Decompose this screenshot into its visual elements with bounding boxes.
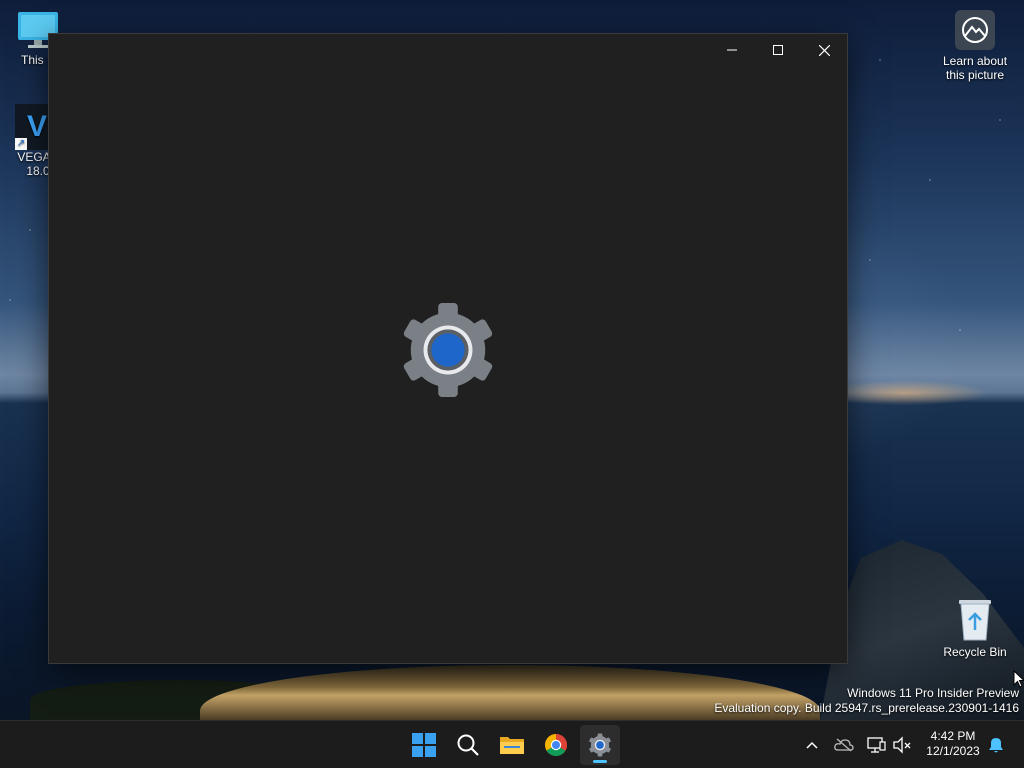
- window-titlebar-controls: [709, 34, 847, 66]
- shortcut-arrow-icon: ↗: [15, 138, 27, 150]
- minimize-button[interactable]: [709, 34, 755, 66]
- desktop-icon-label: Learn about this picture: [942, 54, 1008, 82]
- active-app-indicator: [593, 760, 607, 763]
- clock-time: 4:42 PM: [930, 729, 976, 743]
- watermark-line-2: Evaluation copy. Build 25947.rs_prerelea…: [714, 701, 1019, 715]
- close-icon: [818, 44, 830, 56]
- chevron-up-icon: [806, 741, 818, 749]
- recycle-bin-icon: [959, 600, 991, 641]
- taskbar-clock[interactable]: 4:42 PM 12/1/2023: [918, 729, 988, 759]
- notifications-button[interactable]: [984, 733, 1008, 757]
- volume-tray-button[interactable]: [890, 733, 914, 757]
- chrome-button[interactable]: [536, 725, 576, 765]
- maximize-button[interactable]: [755, 34, 801, 66]
- mouse-cursor-icon: [1013, 670, 1024, 688]
- start-button[interactable]: [404, 725, 444, 765]
- settings-button[interactable]: [580, 725, 620, 765]
- desktop-icon-label: Recycle Bin: [943, 645, 1007, 659]
- search-button[interactable]: [448, 725, 488, 765]
- network-tray-button[interactable]: [864, 733, 888, 757]
- desktop-icon-recycle-bin[interactable]: Recycle Bin: [937, 596, 1013, 659]
- onedrive-offline-icon: [834, 738, 854, 752]
- minimize-icon: [727, 49, 737, 51]
- taskbar: 4:42 PM 12/1/2023: [0, 720, 1024, 768]
- maximize-icon: [773, 45, 783, 55]
- settings-gear-icon: [589, 733, 611, 757]
- folder-icon: [500, 737, 524, 754]
- close-button[interactable]: [801, 34, 847, 66]
- network-icon: [867, 737, 886, 753]
- chrome-icon: [545, 734, 567, 756]
- bell-icon: [989, 738, 1003, 753]
- watermark-line-1: Windows 11 Pro Insider Preview: [847, 686, 1019, 700]
- learn-picture-icon: [955, 10, 995, 50]
- windows-logo-icon: [412, 733, 436, 757]
- volume-muted-icon: [893, 736, 911, 754]
- insider-watermark: Windows 11 Pro Insider Preview Evaluatio…: [714, 686, 1019, 716]
- search-icon: [457, 734, 479, 756]
- desktop-icon-learn-picture[interactable]: Learn about this picture: [937, 10, 1013, 82]
- settings-gear-icon: [403, 302, 493, 398]
- show-hidden-icons-button[interactable]: [800, 733, 824, 757]
- settings-window[interactable]: [48, 33, 848, 664]
- clock-date: 12/1/2023: [926, 744, 980, 758]
- onedrive-tray-button[interactable]: [832, 733, 856, 757]
- file-explorer-button[interactable]: [492, 725, 532, 765]
